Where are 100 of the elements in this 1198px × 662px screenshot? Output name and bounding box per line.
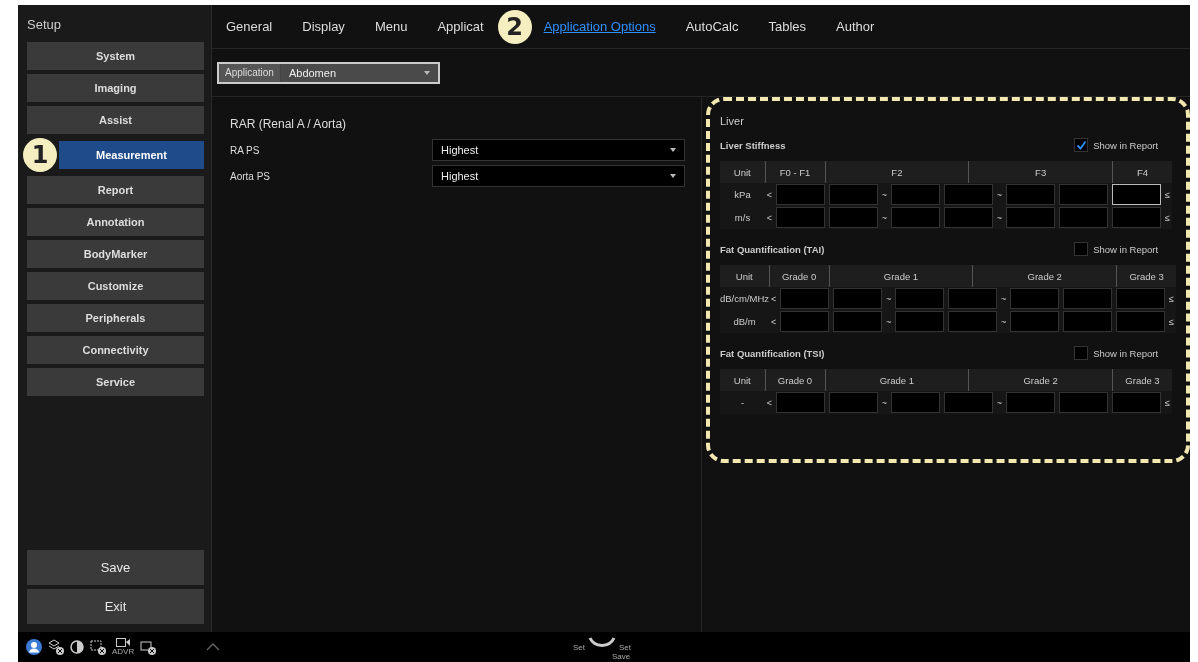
column-header: F2 bbox=[825, 161, 969, 183]
sidebar-item[interactable]: Connectivity bbox=[27, 336, 204, 364]
input-field[interactable] bbox=[944, 207, 993, 228]
sidebar-item[interactable]: Customize bbox=[27, 272, 204, 300]
input-field[interactable] bbox=[1112, 207, 1161, 228]
tilde-sign: ~ bbox=[884, 316, 893, 327]
input-field[interactable] bbox=[829, 207, 878, 228]
sidebar-item[interactable]: Annotation bbox=[27, 208, 204, 236]
sidebar-item[interactable]: Imaging bbox=[27, 74, 204, 102]
sidebar-item[interactable]: Assist bbox=[27, 106, 204, 134]
input-field[interactable] bbox=[895, 288, 945, 309]
less-than-sign: < bbox=[765, 189, 774, 200]
less-than-sign: < bbox=[769, 293, 778, 304]
advr-label: ADVR bbox=[112, 647, 135, 656]
input-field[interactable] bbox=[780, 288, 830, 309]
callout-badge: 2 bbox=[497, 9, 532, 44]
input-field[interactable] bbox=[1006, 207, 1055, 228]
input-field[interactable] bbox=[1116, 288, 1166, 309]
user-icon[interactable] bbox=[26, 639, 42, 655]
input-field[interactable] bbox=[944, 392, 993, 413]
input-field[interactable] bbox=[833, 311, 883, 332]
column-header: Grade 0 bbox=[769, 265, 830, 287]
check-icon bbox=[1075, 139, 1087, 151]
column-header: F0 - F1 bbox=[765, 161, 825, 183]
input-field[interactable] bbox=[895, 311, 945, 332]
tab[interactable]: Display bbox=[298, 19, 349, 34]
subsection-title: Fat Quantification (TSI) bbox=[720, 347, 825, 359]
tilde-sign: ~ bbox=[995, 189, 1004, 200]
tilde-sign: ~ bbox=[880, 397, 889, 408]
chevron-up-icon[interactable] bbox=[206, 643, 221, 651]
subsection-title: Liver Stiffness bbox=[720, 139, 786, 151]
save-label: Save bbox=[612, 652, 631, 661]
tab[interactable]: Author bbox=[832, 19, 879, 34]
sidebar-item[interactable]: System bbox=[27, 42, 204, 70]
sidebar-item[interactable]: Measurement bbox=[59, 141, 204, 169]
input-field[interactable] bbox=[1006, 184, 1055, 205]
column-header: Grade 0 bbox=[765, 369, 825, 391]
tab[interactable]: Menu bbox=[370, 19, 412, 34]
input-field[interactable] bbox=[1116, 311, 1166, 332]
subsection-title: Fat Quantification (TAI) bbox=[720, 243, 825, 255]
less-equal-sign: ≤ bbox=[1168, 293, 1176, 304]
sidebar-item[interactable]: BodyMarker bbox=[27, 240, 204, 268]
input-field[interactable] bbox=[891, 392, 940, 413]
input-field[interactable] bbox=[829, 392, 878, 413]
input-field[interactable] bbox=[948, 311, 998, 332]
application-dropdown[interactable]: Application Abdomen bbox=[217, 61, 440, 84]
dropdown[interactable]: Highest bbox=[432, 165, 685, 187]
column-header: Grade 3 bbox=[1116, 265, 1177, 287]
less-equal-sign: ≤ bbox=[1164, 397, 1171, 408]
input-field[interactable] bbox=[1010, 288, 1060, 309]
video-camera-icon[interactable] bbox=[116, 638, 131, 647]
input-field[interactable] bbox=[776, 207, 825, 228]
input-field[interactable] bbox=[833, 288, 883, 309]
layers-icon[interactable] bbox=[48, 639, 64, 655]
image-icon[interactable] bbox=[140, 639, 157, 655]
tab[interactable]: Application Options bbox=[539, 19, 660, 34]
input-field[interactable] bbox=[776, 184, 825, 205]
input-field[interactable] bbox=[891, 184, 940, 205]
tilde-sign: ~ bbox=[884, 293, 893, 304]
input-field[interactable] bbox=[780, 311, 830, 332]
sidebar-item[interactable]: Service bbox=[27, 368, 204, 396]
column-header: F3 bbox=[968, 161, 1113, 183]
tilde-sign: ~ bbox=[999, 316, 1008, 327]
input-field[interactable] bbox=[948, 288, 998, 309]
input-field[interactable] bbox=[891, 207, 940, 228]
unit-cell: kPa bbox=[720, 183, 765, 206]
input-field[interactable] bbox=[1063, 311, 1113, 332]
input-field[interactable] bbox=[1112, 184, 1161, 205]
show-in-report-checkbox[interactable]: Show in Report bbox=[1074, 242, 1159, 256]
tab[interactable]: Tables bbox=[764, 19, 810, 34]
less-equal-sign: ≤ bbox=[1164, 189, 1171, 200]
input-field[interactable] bbox=[1006, 392, 1055, 413]
show-in-report-checkbox[interactable]: Show in Report bbox=[1074, 346, 1159, 360]
input-field[interactable] bbox=[1010, 311, 1060, 332]
input-field[interactable] bbox=[1112, 392, 1161, 413]
input-field[interactable] bbox=[944, 184, 993, 205]
tab[interactable]: AutoCalc bbox=[681, 19, 743, 34]
show-in-report-checkbox[interactable]: Show in Report bbox=[1074, 138, 1159, 152]
column-header: F4 bbox=[1112, 161, 1172, 183]
less-than-sign: < bbox=[765, 212, 774, 223]
crop-icon[interactable] bbox=[90, 639, 106, 655]
contrast-icon[interactable] bbox=[70, 640, 84, 654]
dropdown[interactable]: Highest bbox=[432, 139, 685, 161]
tab[interactable]: General bbox=[222, 19, 277, 34]
input-field[interactable] bbox=[829, 184, 878, 205]
set-label: Set bbox=[573, 643, 585, 652]
save-button[interactable]: Save bbox=[27, 550, 204, 585]
tab[interactable]: Applicat bbox=[433, 19, 488, 34]
column-header: Grade 1 bbox=[825, 369, 969, 391]
callout-badge: 1 bbox=[23, 138, 57, 172]
sidebar-item[interactable]: Report bbox=[27, 176, 204, 204]
input-field[interactable] bbox=[1059, 392, 1108, 413]
unit-cell: - bbox=[720, 391, 765, 414]
input-field[interactable] bbox=[1059, 207, 1108, 228]
input-field[interactable] bbox=[1063, 288, 1113, 309]
sidebar-item[interactable]: Peripherals bbox=[27, 304, 204, 332]
input-field[interactable] bbox=[1059, 184, 1108, 205]
less-than-sign: < bbox=[765, 397, 774, 408]
exit-button[interactable]: Exit bbox=[27, 589, 204, 624]
input-field[interactable] bbox=[776, 392, 825, 413]
